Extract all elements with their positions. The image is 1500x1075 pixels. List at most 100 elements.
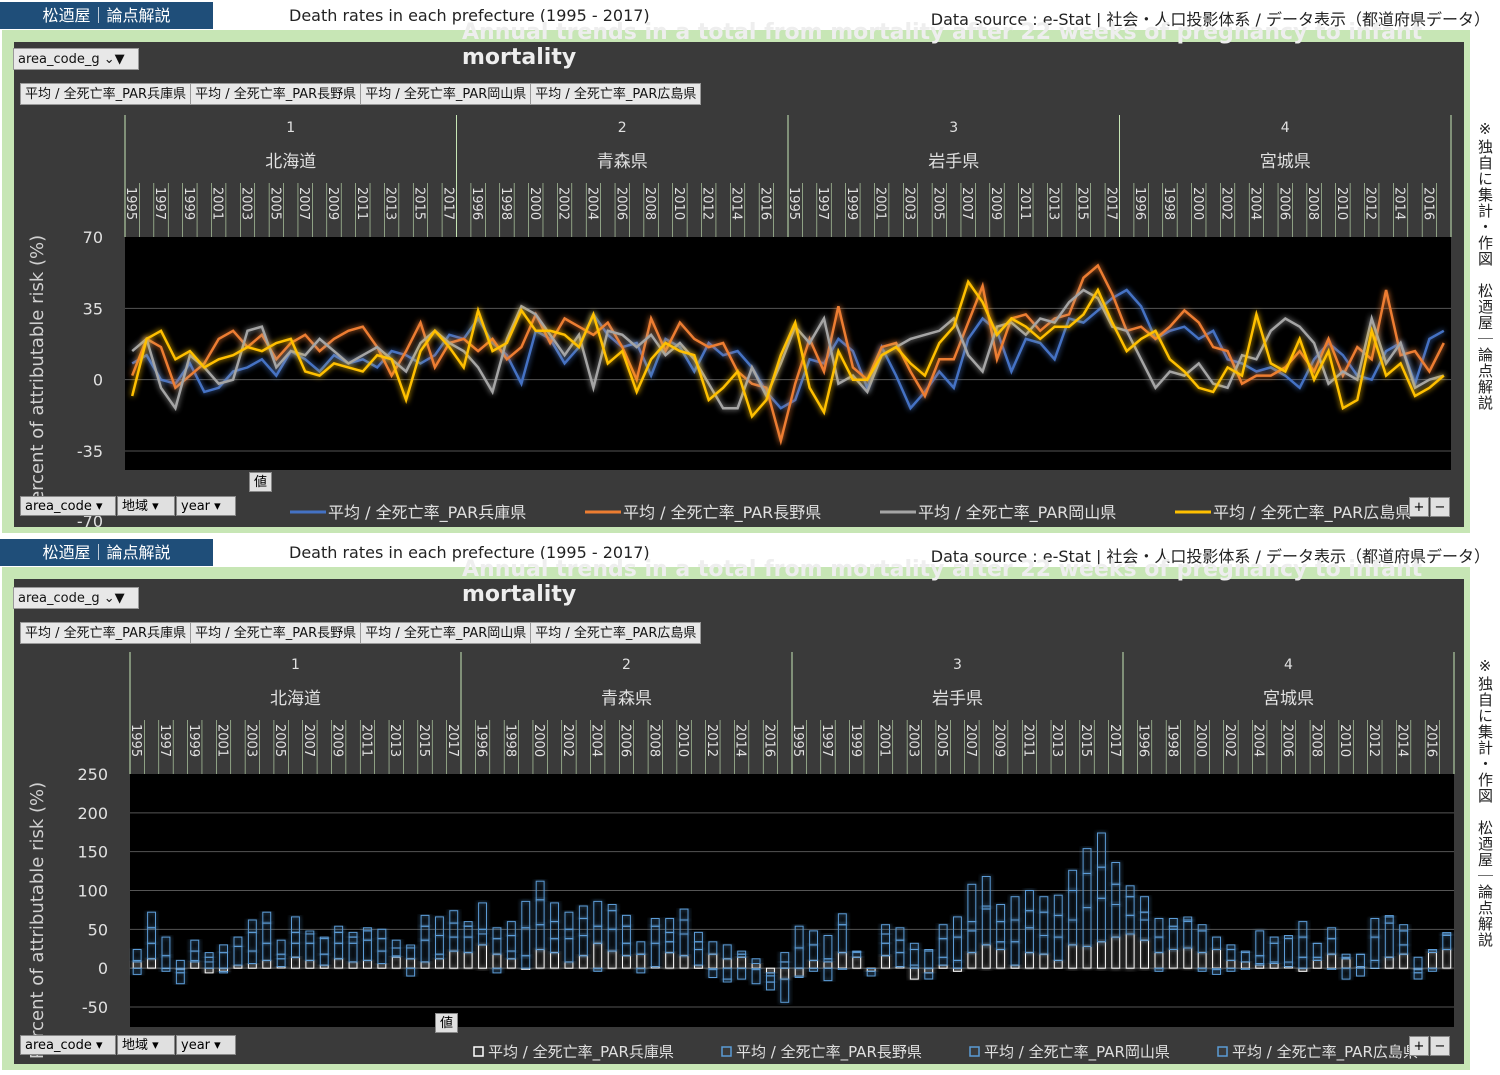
- year-label: 2010: [671, 187, 686, 220]
- year-label: 2017: [445, 724, 460, 757]
- year-label: 2017: [440, 187, 455, 220]
- year-label: 2010: [675, 724, 690, 757]
- year-label: 2016: [1423, 724, 1438, 757]
- year-label: 2015: [1078, 724, 1093, 757]
- group-code-label: 4: [1284, 657, 1293, 673]
- row-field-year[interactable]: year ▾: [176, 1035, 236, 1055]
- year-label: 1998: [498, 187, 513, 220]
- year-label: 2008: [1305, 187, 1320, 220]
- legend-label: 平均 / 全死亡率_PAR広島県: [1232, 1043, 1418, 1062]
- bar-segment: [866, 967, 876, 970]
- year-label: 2001: [215, 724, 230, 757]
- year-label: 1997: [152, 187, 167, 220]
- y-tick-label: 150: [77, 843, 108, 862]
- group-code-label: 1: [286, 120, 295, 136]
- row-field-year[interactable]: year ▾: [176, 496, 236, 516]
- year-label: 2001: [210, 187, 225, 220]
- year-label: 2011: [1017, 187, 1032, 220]
- row-field-area-code[interactable]: area_code ▾: [20, 1035, 116, 1055]
- line-chart-svg: 1 北海道 2 青森県 3 岩手県 4 宮城県 1995 1997 1999 2001 2003 2005…: [27, 115, 1452, 531]
- year-label: 2004: [1247, 187, 1262, 220]
- y-tick-label: 50: [88, 920, 108, 939]
- year-label: 2003: [902, 187, 917, 220]
- group-code-label: 4: [1281, 120, 1290, 136]
- year-label: 1999: [848, 724, 863, 757]
- year-label: 2002: [556, 187, 571, 220]
- group-code-label: 3: [949, 120, 958, 136]
- year-label: 2014: [733, 724, 748, 757]
- panel-bar: 松迺屋｜論点解説 Death rates in each prefecture …: [0, 537, 1500, 1075]
- group-name-label: 青森県: [597, 152, 648, 172]
- year-label: 2004: [584, 187, 599, 220]
- year-label: 2011: [354, 187, 369, 220]
- year-label: 2005: [930, 187, 945, 220]
- year-label: 2015: [416, 724, 431, 757]
- year-label: 2013: [383, 187, 398, 220]
- group-name-label: 北海道: [265, 152, 316, 172]
- year-label: 1998: [1164, 724, 1179, 757]
- year-label: 2002: [560, 724, 575, 757]
- value-label: 値: [435, 1013, 459, 1033]
- year-label: 1999: [181, 187, 196, 220]
- year-label: 2011: [358, 724, 373, 757]
- row-field-label: area_code: [25, 499, 92, 514]
- year-label: 1996: [469, 187, 484, 220]
- row-field-label: area_code: [25, 1038, 92, 1053]
- legend-label: 平均 / 全死亡率_PAR広島県: [1213, 503, 1411, 523]
- year-label: 1997: [819, 724, 834, 757]
- year-label: 2010: [1334, 187, 1349, 220]
- year-label: 2007: [959, 187, 974, 220]
- year-label: 2014: [1395, 724, 1410, 757]
- year-label: 2010: [1337, 724, 1352, 757]
- year-label: 2015: [1074, 187, 1089, 220]
- year-label: 2004: [1251, 724, 1266, 757]
- row-field-region[interactable]: 地域 ▾: [117, 1035, 175, 1055]
- collapse-button[interactable]: −: [1430, 497, 1450, 517]
- y-tick-label: 70: [83, 228, 103, 247]
- legend-label: 平均 / 全死亡率_PAR長野県: [623, 503, 821, 523]
- year-label: 2009: [325, 187, 340, 220]
- year-label: 1996: [474, 724, 489, 757]
- year-label: 2003: [239, 187, 254, 220]
- legend-swatch: [969, 1046, 980, 1057]
- expand-button[interactable]: +: [1409, 1036, 1429, 1056]
- year-label: 2005: [267, 187, 282, 220]
- year-label: 2006: [618, 724, 633, 757]
- year-label: 2000: [1193, 724, 1208, 757]
- row-field-region[interactable]: 地域 ▾: [117, 496, 175, 516]
- year-label: 1999: [186, 724, 201, 757]
- y-tick-label: 250: [77, 765, 108, 784]
- bar-segment: [852, 950, 862, 953]
- y-axis-title: Percent of attributable risk (%): [27, 782, 48, 1059]
- year-label: 1995: [786, 187, 801, 220]
- year-label: 2000: [1190, 187, 1205, 220]
- legend-label: 平均 / 全死亡率_PAR長野県: [736, 1043, 922, 1062]
- bar-segment: [1356, 953, 1365, 956]
- row-field-area-code[interactable]: area_code ▾: [20, 496, 116, 516]
- year-label: 2007: [963, 724, 978, 757]
- y-tick-label: 0: [98, 959, 108, 978]
- y-tick-label: 35: [83, 299, 103, 318]
- plot-area: [130, 774, 1454, 1027]
- y-tick-label: -50: [82, 998, 108, 1017]
- legend-label: 平均 / 全死亡率_PAR兵庫県: [328, 503, 526, 523]
- panel-line: 松迺屋｜論点解説 Death rates in each prefecture …: [0, 0, 1500, 537]
- year-label: 1996: [1132, 187, 1147, 220]
- year-label: 2003: [905, 724, 920, 757]
- year-label: 2012: [700, 187, 715, 220]
- year-label: 2016: [757, 187, 772, 220]
- year-label: 2013: [1046, 187, 1061, 220]
- y-tick-label: 0: [93, 371, 103, 390]
- group-name-label: 宮城県: [1263, 689, 1314, 709]
- collapse-button[interactable]: −: [1430, 1036, 1450, 1056]
- year-label: 2008: [642, 187, 657, 220]
- expand-button[interactable]: +: [1409, 497, 1429, 517]
- year-label: 2007: [296, 187, 311, 220]
- year-label: 2009: [992, 724, 1007, 757]
- y-tick-label: 200: [77, 804, 108, 823]
- legend-label: 平均 / 全死亡率_PAR兵庫県: [488, 1043, 674, 1062]
- year-label: 2015: [411, 187, 426, 220]
- year-label: 2017: [1107, 724, 1122, 757]
- year-label: 1996: [1136, 724, 1151, 757]
- year-label: 2006: [613, 187, 628, 220]
